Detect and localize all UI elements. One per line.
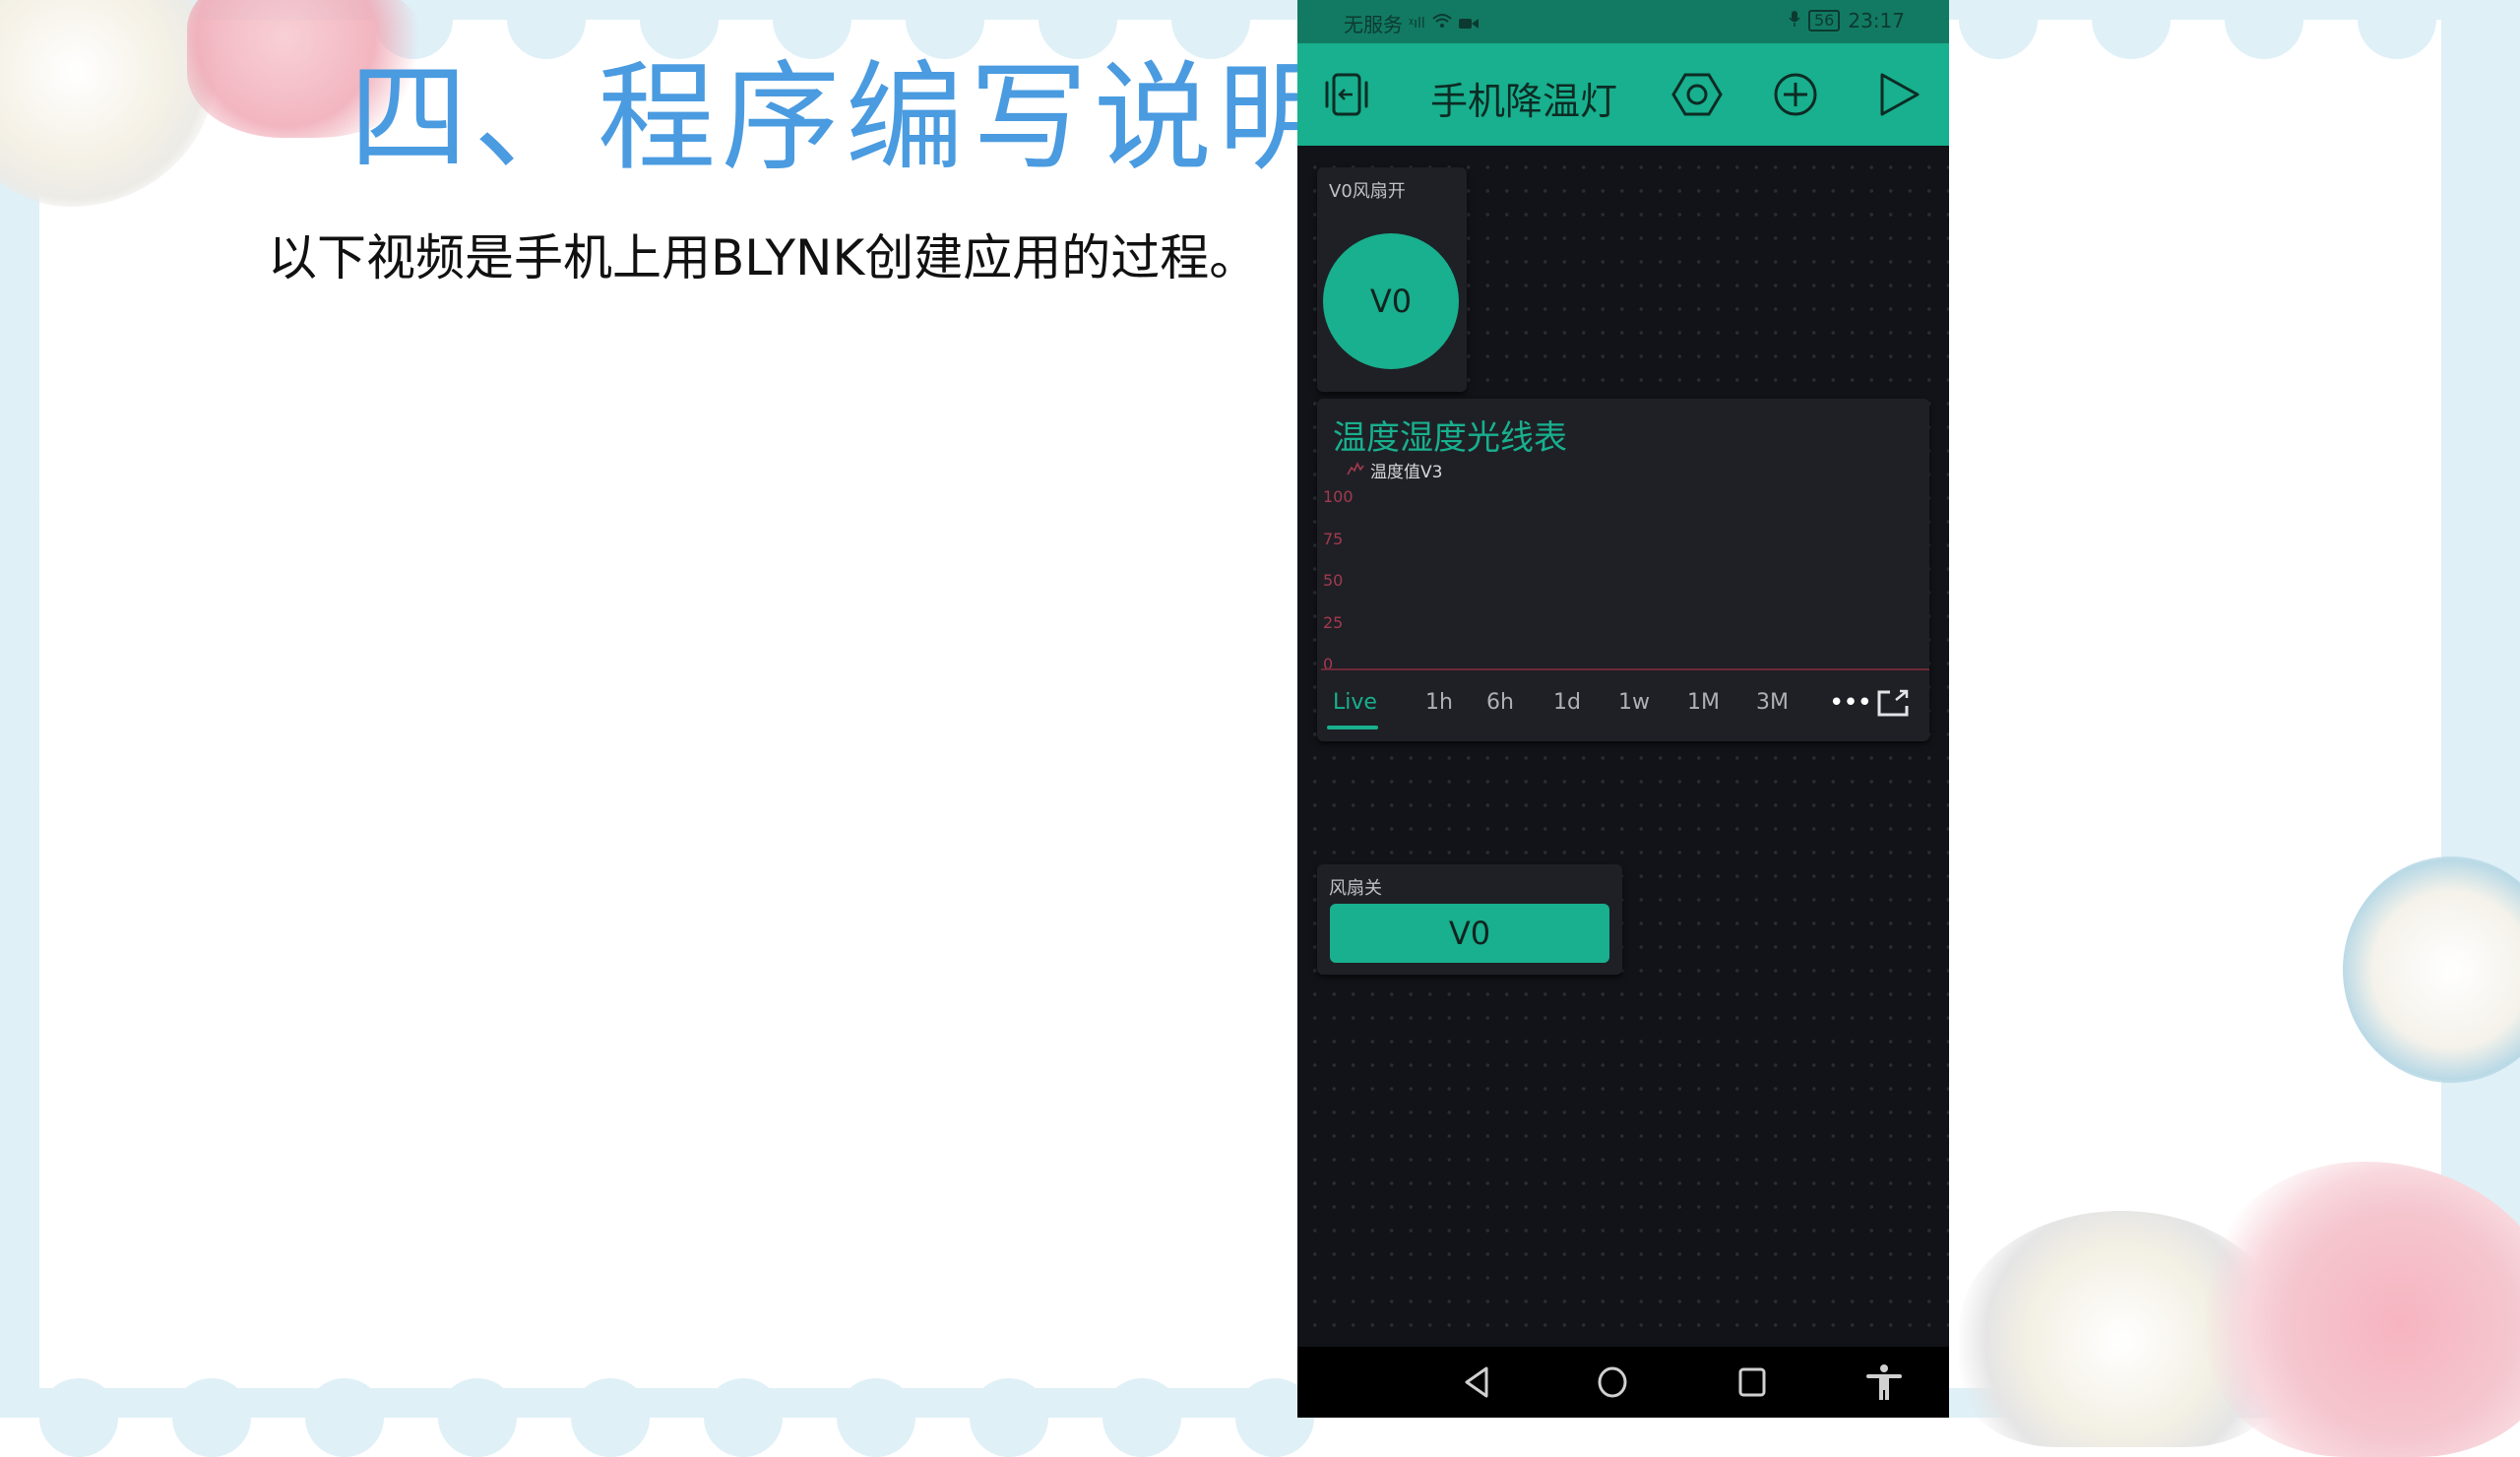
styled-button-widget[interactable]: 风扇关 V0 (1317, 864, 1622, 975)
x-axis-baseline (1321, 668, 1929, 670)
slide-title: 四、程序编写说明 (349, 50, 1342, 187)
signal-no-service-icon: ᵡıll (1409, 15, 1425, 32)
exit-project-icon[interactable] (1321, 69, 1372, 120)
border-scallop (305, 1378, 384, 1457)
back-icon[interactable] (1455, 1361, 1498, 1404)
y-tick-label: 0 (1323, 655, 1334, 673)
border-scallop (39, 1378, 118, 1457)
range-tab-1h[interactable]: 1h (1425, 690, 1453, 715)
status-left: 无服务 ᵡıll (1344, 9, 1479, 37)
border-scallop (1102, 1378, 1181, 1457)
clock: 23:17 (1848, 9, 1905, 32)
superchart-widget[interactable]: 温度湿度光线表 温度值V3 100 75 50 25 0 Live 1h 6h 1d 1w 1M 3… (1317, 399, 1929, 741)
button-widget[interactable]: V0风扇开 V0 (1317, 167, 1467, 392)
settings-nut-icon[interactable] (1671, 69, 1723, 120)
range-tab-1m[interactable]: 1M (1687, 690, 1720, 715)
range-tab-3m[interactable]: 3M (1756, 690, 1789, 715)
y-tick-label: 25 (1323, 612, 1344, 632)
border-scallop (172, 1378, 251, 1457)
app-bar: 手机降温灯 (1297, 43, 1949, 149)
slide-body-text: 以下视频是手机上用BLYNK创建应用的过程。 (268, 229, 1259, 286)
styled-button-label: 风扇关 (1329, 878, 1382, 899)
border-scallop (438, 1378, 517, 1457)
active-tab-indicator (1327, 726, 1378, 729)
add-widget-icon[interactable] (1770, 69, 1821, 120)
range-tab-1d[interactable]: 1d (1553, 690, 1581, 715)
y-tick-label: 75 (1323, 529, 1344, 548)
recents-icon[interactable] (1731, 1361, 1774, 1404)
android-nav-bar (1297, 1347, 1949, 1418)
home-icon[interactable] (1591, 1361, 1634, 1404)
fan-off-button[interactable]: V0 (1330, 904, 1609, 963)
border-scallop (970, 1378, 1048, 1457)
decorative-pink-flower (2205, 1162, 2520, 1457)
y-tick-label: 50 (1323, 571, 1344, 590)
y-tick-label: 100 (1323, 487, 1354, 506)
range-tab-6h[interactable]: 6h (1486, 690, 1514, 715)
battery-indicator: 56 (1808, 10, 1841, 32)
more-dots-icon[interactable]: ••• (1829, 690, 1872, 716)
microphone-icon (1789, 9, 1800, 32)
phone-screen: 无服务 ᵡıll 56 23:17 手机降温灯 V0风扇开 V0 温度湿度光线表… (1297, 0, 1949, 1418)
wifi-icon (1431, 12, 1453, 35)
button-widget-label: V0风扇开 (1329, 181, 1406, 202)
border-scallop (571, 1378, 650, 1457)
status-right: 56 23:17 (1789, 9, 1905, 32)
accessibility-icon[interactable] (1862, 1361, 1906, 1404)
fan-on-button[interactable]: V0 (1323, 233, 1459, 369)
border-scallop (704, 1378, 783, 1457)
range-tab-live[interactable]: Live (1333, 690, 1377, 715)
border-scallop (837, 1378, 915, 1457)
play-icon[interactable] (1872, 69, 1923, 120)
video-camera-icon (1458, 12, 1479, 35)
status-bar: 无服务 ᵡıll 56 23:17 (1297, 0, 1949, 43)
carrier-text: 无服务 (1344, 13, 1403, 36)
range-tab-1w[interactable]: 1w (1618, 690, 1650, 715)
project-title: 手机降温灯 (1430, 80, 1618, 123)
widget-canvas[interactable]: V0风扇开 V0 温度湿度光线表 温度值V3 100 75 50 25 0 Live 1h… (1297, 146, 1949, 1347)
fullscreen-open-icon[interactable] (1876, 688, 1910, 722)
